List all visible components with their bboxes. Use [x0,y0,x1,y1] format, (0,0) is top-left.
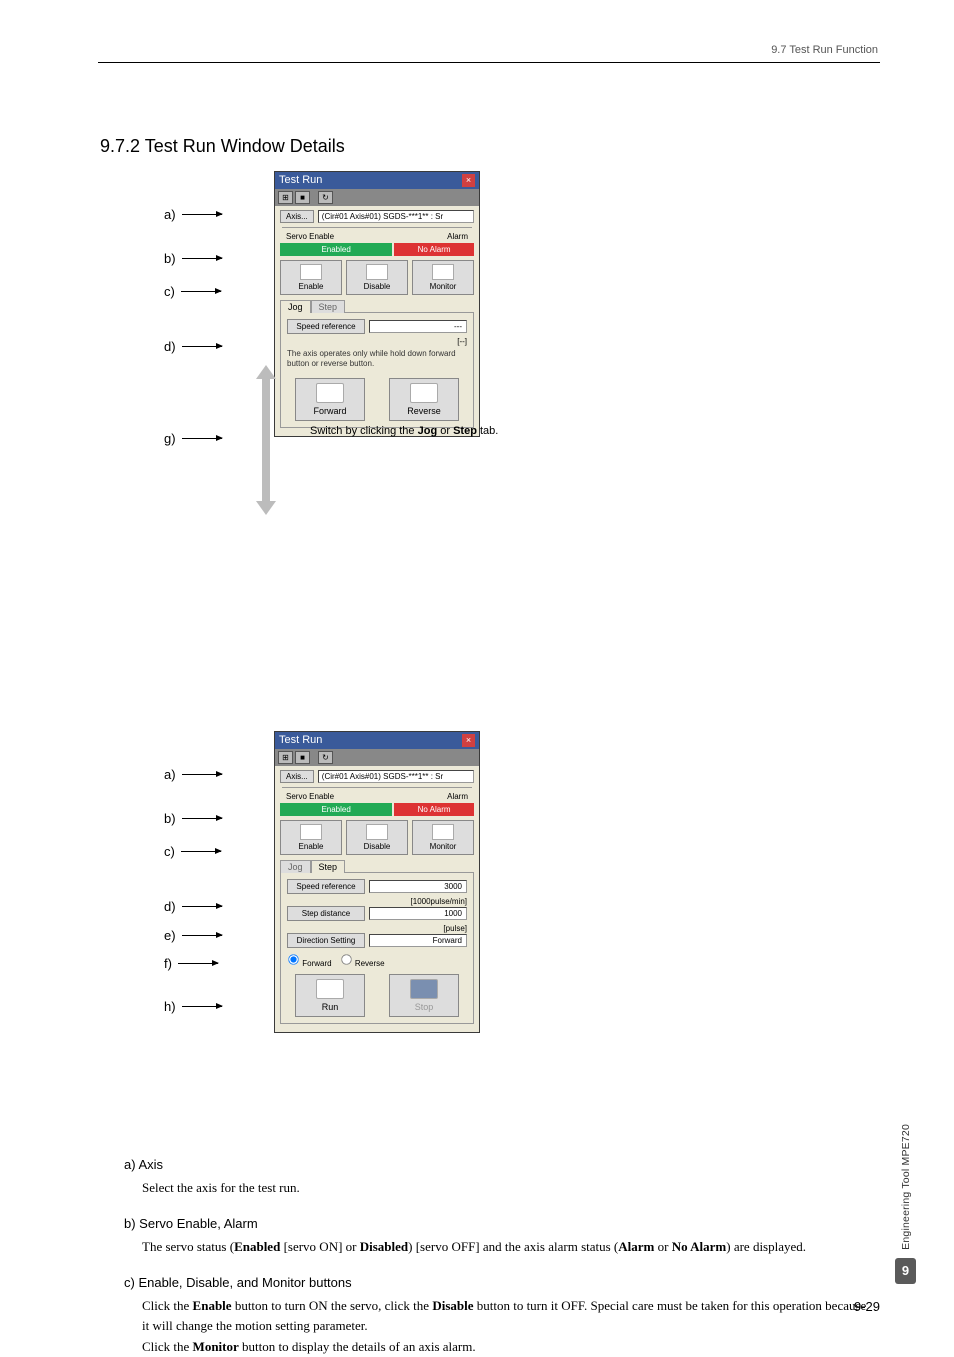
step-distance-button[interactable]: Step distance [287,906,365,921]
alarm-label: Alarm [447,232,468,241]
speed-ref-value[interactable]: --- [369,320,467,333]
window-titlebar-2: Test Run × [275,732,479,749]
window-title: Test Run [279,174,322,187]
callout-d: d) [164,339,222,354]
running-header: 9.7 Test Run Function [771,44,878,56]
step-distance-value[interactable]: 1000 [369,907,467,920]
desc-a-text: Select the axis for the test run. [142,1178,870,1198]
speed-ref-button-2[interactable]: Speed reference [287,879,365,894]
callout-a2: a) [164,767,222,782]
enable-icon-2 [300,824,322,840]
callout-e: e) [164,928,222,943]
monitor-icon [432,264,454,280]
axis-button-2[interactable]: Axis... [280,770,314,783]
run-icon [316,979,344,999]
window-toolbar-2: ⊞ ■ ↻ [275,749,479,766]
monitor-icon-2 [432,824,454,840]
page-number: 9-29 [854,1299,880,1314]
callout-c: c) [164,284,221,299]
tab-jog-2[interactable]: Jog [280,860,311,873]
callout-d2: d) [164,899,222,914]
desc-c-heading: c) Enable, Disable, and Monitor buttons [124,1275,870,1290]
alarm-status-2: No Alarm [394,803,474,816]
toolbar-btn-1b[interactable]: ⊞ [278,751,293,764]
desc-a-heading: a) Axis [124,1157,870,1172]
direction-setting-value: Forward [369,934,467,947]
monitor-button[interactable]: Monitor [412,260,474,295]
enable-button[interactable]: Enable [280,260,342,295]
disable-button[interactable]: Disable [346,260,408,295]
axis-field-2[interactable]: (Cir#01 Axis#01) SGDS-***1** : Sr [318,770,474,783]
section-title: 9.7.2 Test Run Window Details [100,136,880,157]
run-button[interactable]: Run [295,974,365,1017]
callout-f: f) [164,956,218,971]
desc-b-heading: b) Servo Enable, Alarm [124,1216,870,1231]
callout-b: b) [164,251,222,266]
side-running-title: Engineering Tool MPE720 [900,1124,912,1250]
toolbar-btn-1[interactable]: ⊞ [278,191,293,204]
desc-c-text: Click the Enable button to turn ON the s… [142,1296,870,1356]
stop-button[interactable]: Stop [389,974,459,1017]
servo-status: Enabled [280,243,392,256]
disable-icon-2 [366,824,388,840]
close-icon[interactable]: × [462,174,475,187]
step-distance-unit: [pulse] [287,924,467,933]
disable-button-2[interactable]: Disable [346,820,408,855]
toolbar-btn-3b[interactable]: ↻ [318,751,333,764]
direction-setting-button[interactable]: Direction Setting [287,933,365,948]
desc-b-text: The servo status (Enabled [servo ON] or … [142,1237,870,1257]
switch-caption: Switch by clicking the Jog or Step tab. [310,425,498,437]
enable-button-2[interactable]: Enable [280,820,342,855]
servo-enable-label-2: Servo Enable [286,792,334,801]
speed-ref-unit: [--] [287,337,467,346]
tab-step[interactable]: Step [311,300,346,313]
figure-switch-arrow: Switch by clicking the Jog or Step tab. [220,365,520,555]
testrun-window-step: Test Run × ⊞ ■ ↻ Axis... (Cir#01 Axis#01… [274,731,480,1033]
callout-c2: c) [164,844,221,859]
toolbar-btn-3[interactable]: ↻ [318,191,333,204]
close-icon-2[interactable]: × [462,734,475,747]
window-titlebar: Test Run × [275,172,479,189]
toolbar-btn-2[interactable]: ■ [295,191,310,204]
figure-step: a) b) c) d) e) f) h) Test Run × ⊞ ■ ↻ Ax… [164,731,880,1131]
tab-step-2[interactable]: Step [311,860,346,873]
tab-jog[interactable]: Jog [280,300,311,313]
radio-reverse[interactable]: Reverse [340,953,385,968]
monitor-button-2[interactable]: Monitor [412,820,474,855]
alarm-label-2: Alarm [447,792,468,801]
speed-ref-value-2[interactable]: 3000 [369,880,467,893]
window-toolbar: ⊞ ■ ↻ [275,189,479,206]
axis-field[interactable]: (Cir#01 Axis#01) SGDS-***1** : Sr [318,210,474,223]
double-arrow-icon [260,365,272,515]
axis-button[interactable]: Axis... [280,210,314,223]
radio-forward[interactable]: Forward [287,953,332,968]
descriptions: a) Axis Select the axis for the test run… [124,1157,870,1357]
disable-icon [366,264,388,280]
toolbar-btn-2b[interactable]: ■ [295,751,310,764]
callout-b2: b) [164,811,222,826]
enable-icon [300,264,322,280]
header-rule [98,62,880,63]
callout-h: h) [164,999,222,1014]
speed-ref-unit-2: [1000pulse/min] [287,897,467,906]
stop-icon [410,979,438,999]
alarm-status: No Alarm [394,243,474,256]
speed-ref-button[interactable]: Speed reference [287,319,365,334]
servo-enable-label: Servo Enable [286,232,334,241]
callout-g: g) [164,431,222,446]
servo-status-2: Enabled [280,803,392,816]
callout-a: a) [164,207,222,222]
window-title-2: Test Run [279,734,322,747]
chapter-badge: 9 [895,1258,916,1284]
